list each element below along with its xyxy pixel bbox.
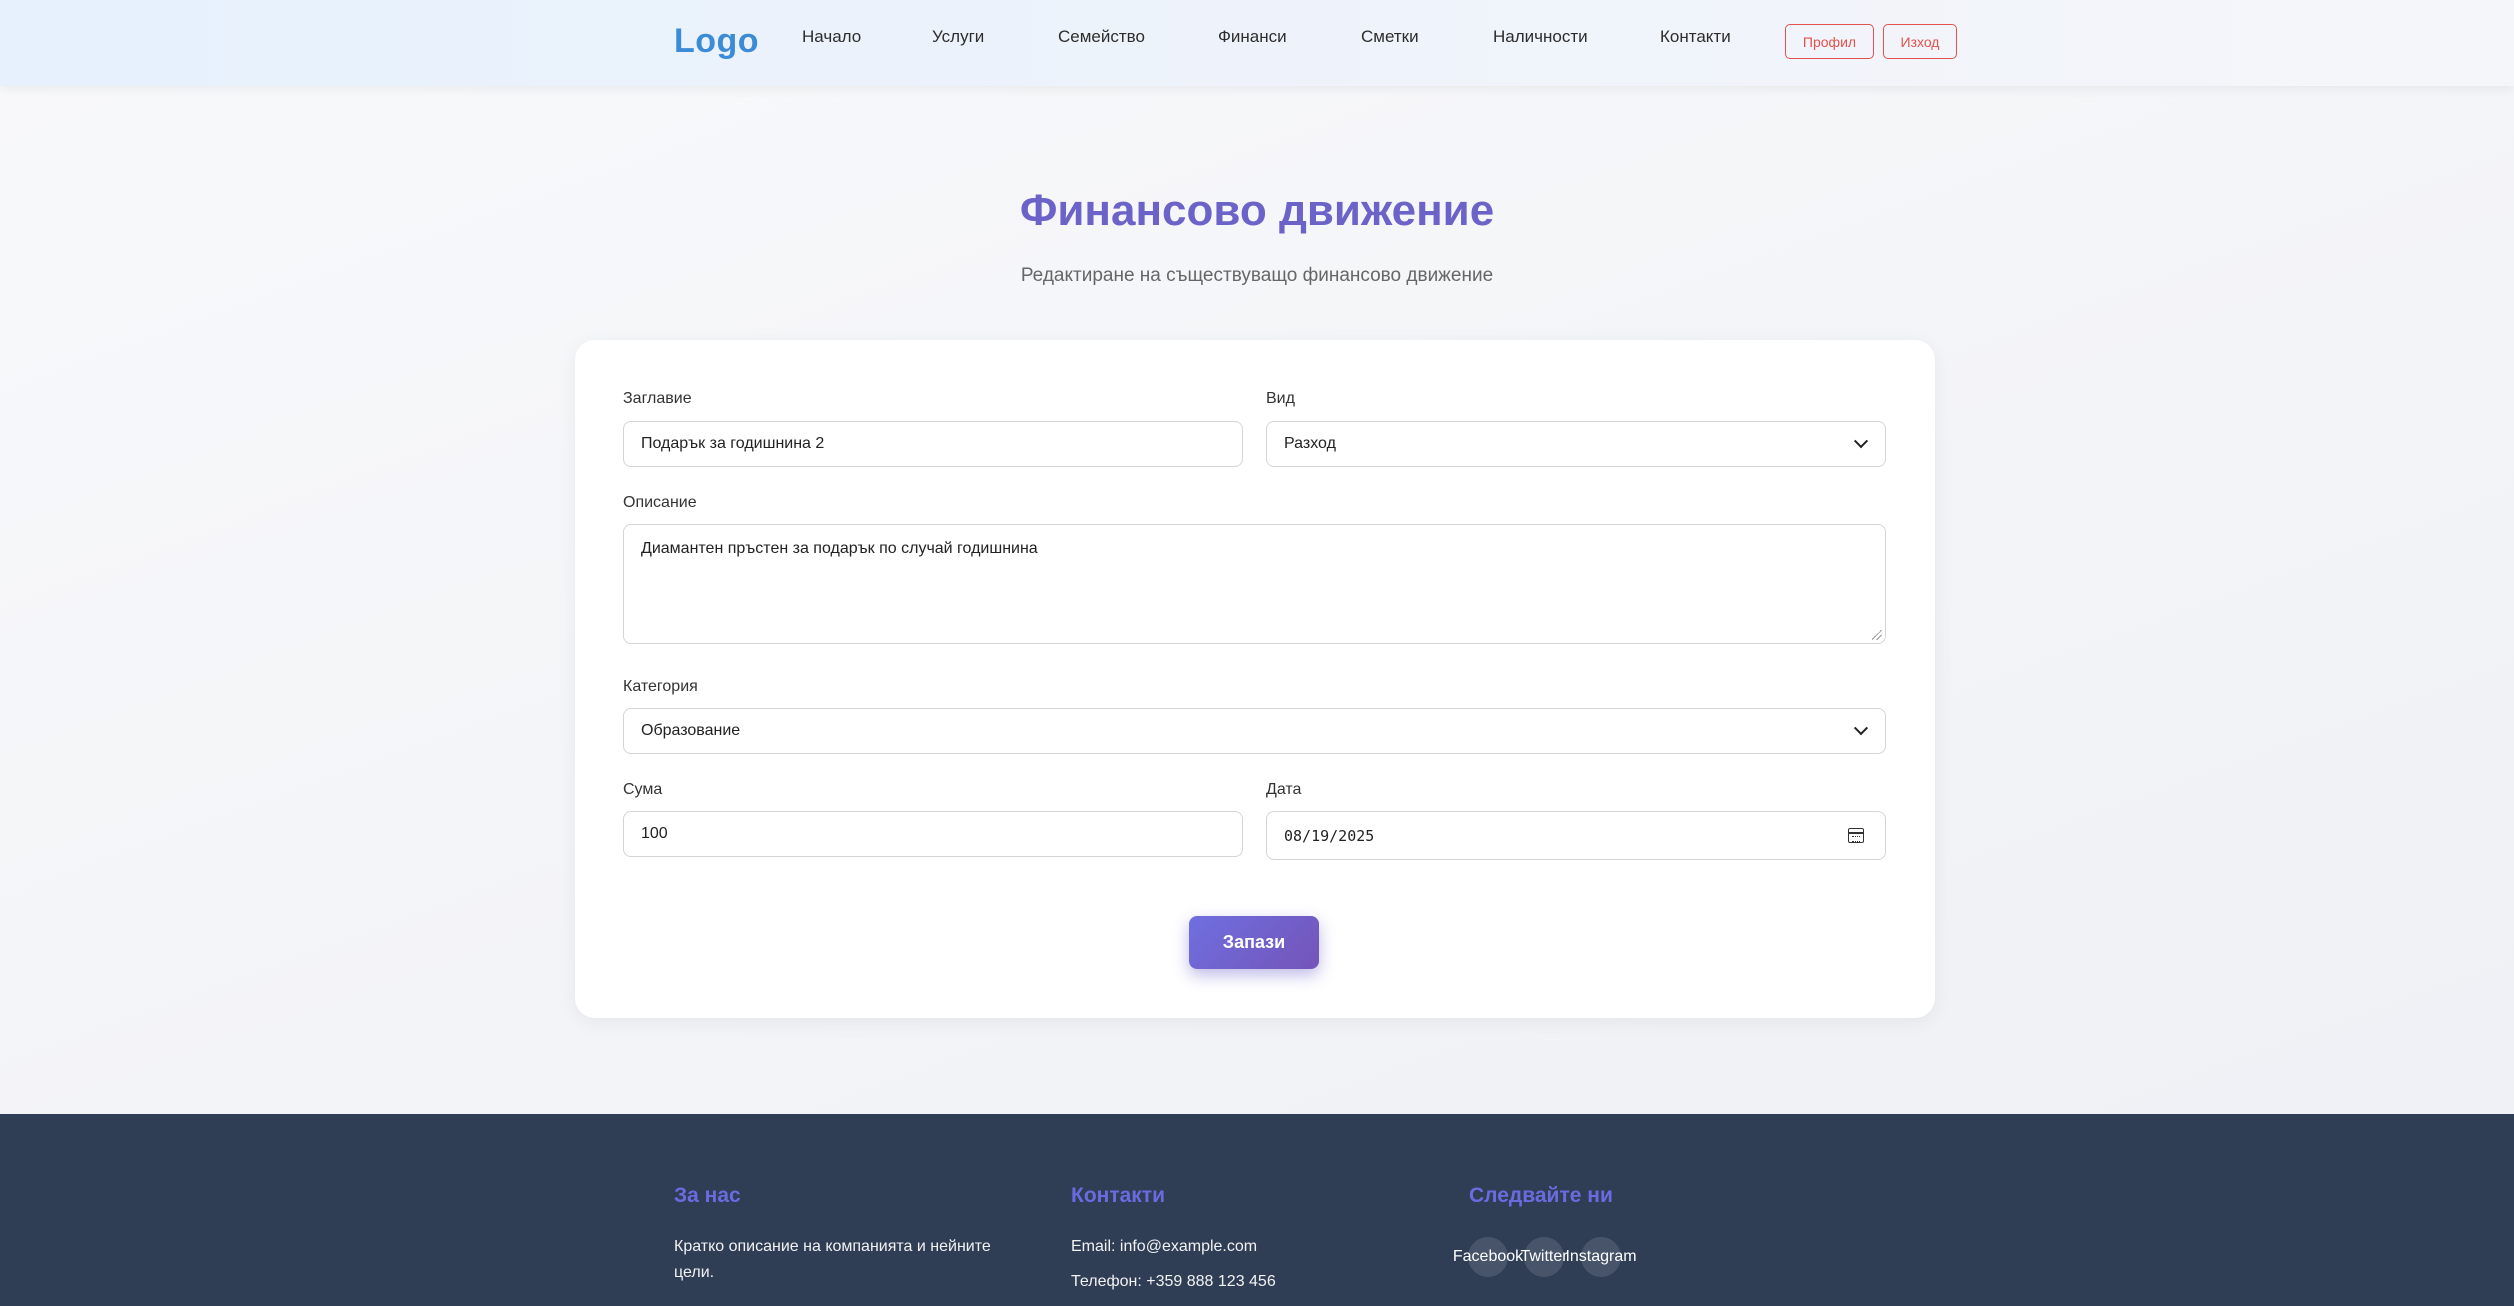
date-input-value: 08/19/2025	[1284, 826, 1375, 845]
amount-input[interactable]: 100	[623, 811, 1243, 857]
footer-contacts-title: Контакти	[1071, 1184, 1165, 1207]
footer: За нас Кратко описание на компанията и н…	[0, 1114, 2514, 1306]
chevron-down-icon	[1853, 721, 1869, 736]
description-textarea[interactable]: Диамантен пръстен за подарък по случай г…	[623, 524, 1886, 644]
chevron-down-icon	[1853, 434, 1869, 449]
transaction-form-card: Заглавие Подарък за годишнина 2 Вид Разх…	[575, 340, 1935, 1018]
facebook-link[interactable]: Facebook	[1453, 1237, 1523, 1277]
footer-follow-title: Следвайте ни	[1469, 1184, 1613, 1207]
category-label: Категория	[623, 678, 698, 695]
nav-link-accounts[interactable]: Сметки	[1361, 27, 1419, 47]
description-textarea-value: Диамантен пръстен за подарък по случай г…	[641, 540, 1038, 557]
footer-about-title: За нас	[674, 1184, 741, 1207]
type-select[interactable]: Разход	[1266, 421, 1886, 467]
date-label: Дата	[1266, 781, 1302, 798]
nav-link-cash[interactable]: Наличности	[1493, 27, 1588, 47]
title-input-value: Подарък за годишнина 2	[641, 435, 825, 452]
resize-handle-icon[interactable]	[1872, 630, 1882, 640]
instagram-link[interactable]: Instagram	[1565, 1237, 1637, 1277]
type-label: Вид	[1266, 390, 1295, 407]
footer-phone: Телефон: +359 888 123 456	[1071, 1273, 1276, 1290]
calendar-icon[interactable]	[1848, 828, 1864, 843]
nav-link-finances[interactable]: Финанси	[1218, 27, 1287, 47]
footer-about-text: Кратко описание на компанията и нейните …	[674, 1238, 991, 1281]
description-label: Описание	[623, 494, 697, 511]
amount-input-value: 100	[641, 825, 668, 842]
page-subtitle: Редактиране на съществуващо финансово дв…	[1020, 265, 1494, 286]
title-input[interactable]: Подарък за годишнина 2	[623, 421, 1243, 467]
title-label: Заглавие	[623, 390, 692, 407]
page-title: Финансово движение	[1019, 186, 1495, 235]
amount-label: Сума	[623, 781, 663, 798]
nav-link-contacts[interactable]: Контакти	[1660, 27, 1731, 47]
category-select-value: Образование	[641, 722, 741, 739]
profile-button[interactable]: Профил	[1785, 24, 1874, 59]
footer-email: Email: info@example.com	[1071, 1238, 1258, 1255]
save-button[interactable]: Запази	[1189, 916, 1319, 969]
nav-link-services[interactable]: Услуги	[932, 27, 984, 47]
top-navbar: Logo Начало Услуги Семейство Финанси Сме…	[0, 0, 2514, 86]
logout-button[interactable]: Изход	[1883, 24, 1957, 59]
category-select[interactable]: Образование	[623, 708, 1886, 754]
nav-link-home[interactable]: Начало	[802, 27, 861, 47]
date-input[interactable]: 08/19/2025	[1266, 811, 1886, 860]
nav-link-family[interactable]: Семейство	[1058, 27, 1145, 47]
type-select-value: Разход	[1284, 435, 1336, 452]
twitter-link[interactable]: Twitter	[1520, 1237, 1568, 1277]
logo[interactable]: Logo	[674, 22, 759, 61]
